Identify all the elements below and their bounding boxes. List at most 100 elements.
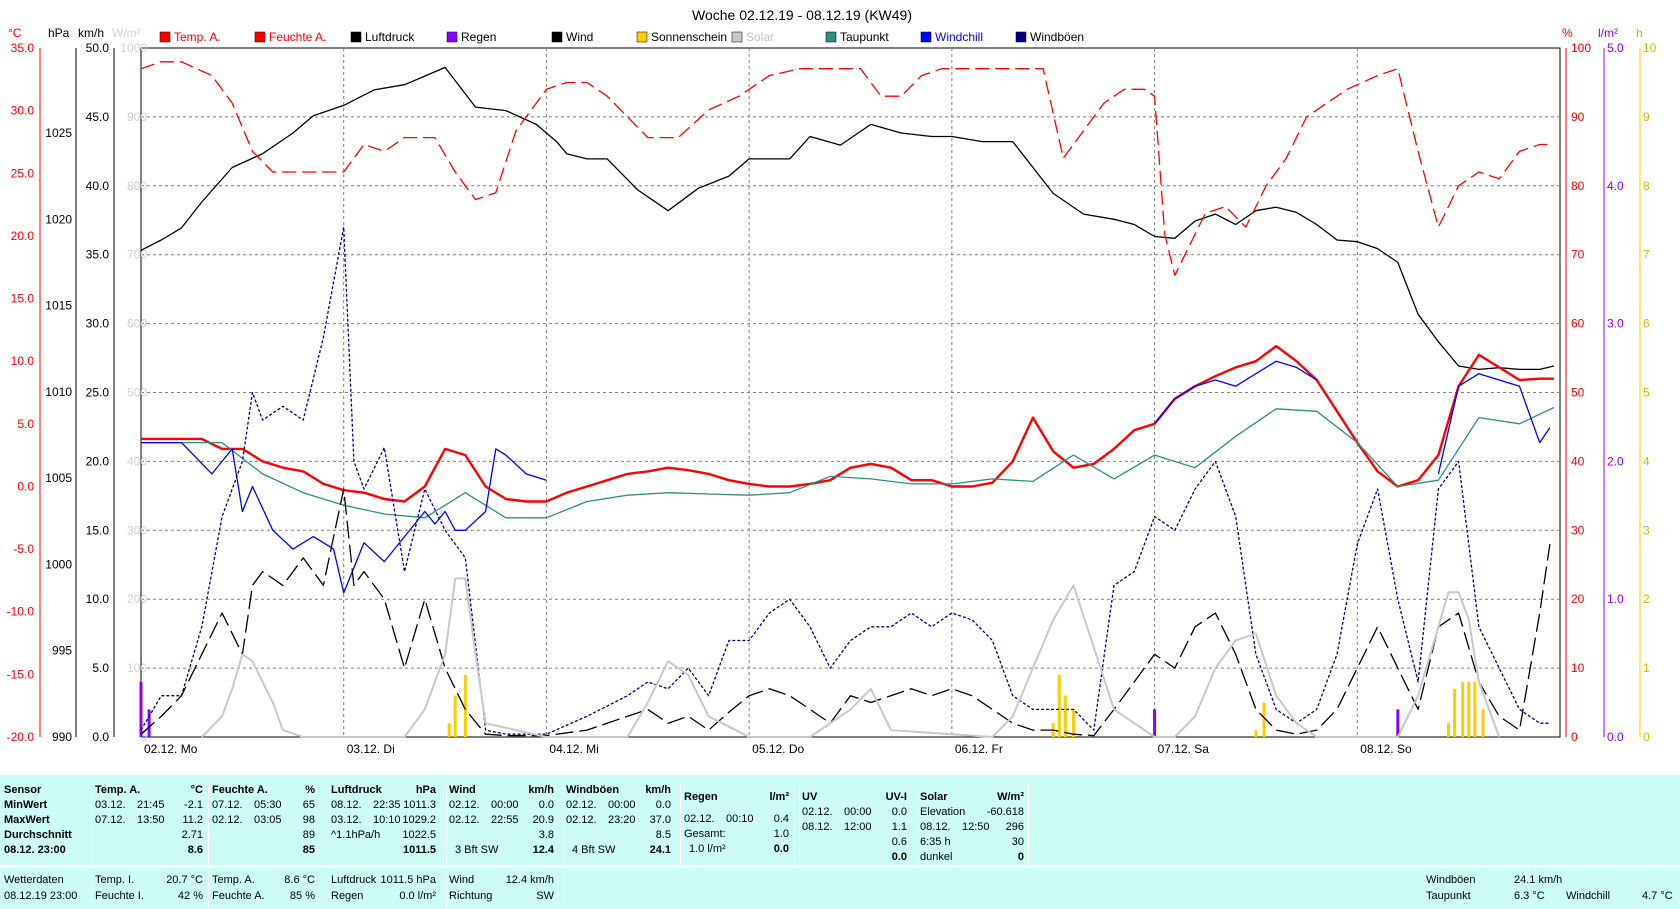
legend-label: Feuchte A.: [269, 30, 326, 44]
temp-tick: 20.0: [11, 229, 35, 243]
bar-mark: [1262, 702, 1266, 737]
series-line: [140, 61, 1550, 277]
bar-mark: [1473, 681, 1477, 737]
stat-val: 85: [302, 844, 315, 856]
stats-sensor-col: Sensor MinWert MaxWert Durchschnitt 08.1…: [4, 783, 89, 865]
bar-mark: [1467, 681, 1471, 737]
stat-time: 21:45: [137, 799, 165, 811]
cur-value: 42 %: [177, 890, 203, 902]
x-tick-label: 03.12. Di: [347, 742, 395, 756]
sun-tick: 7: [1643, 248, 1650, 262]
temp-tick: -15.0: [7, 667, 35, 681]
stat-hdr: Feuchte A.: [212, 784, 268, 796]
legend-label: Regen: [461, 30, 496, 44]
series-line: [201, 577, 1501, 738]
stat-time: 05:30: [254, 799, 282, 811]
temp-tick: 35.0: [11, 41, 35, 55]
pressure-tick: 1010: [45, 385, 72, 399]
stat-unit: hPa: [415, 784, 436, 796]
stat-time: 22:55: [491, 814, 519, 826]
stat-val: 0.0: [538, 799, 554, 811]
stat-val: 0.0: [891, 806, 907, 818]
series-line: [141, 406, 1555, 519]
series-line: [140, 488, 1551, 737]
stats-press-col: Luftdruck hPa 08.12. 22:35 1011.3 03.12. 10:…: [329, 783, 440, 865]
axis-unit: l/m²: [1598, 26, 1618, 40]
cur-value: 24.1 km/h: [1514, 874, 1563, 886]
x-tick-label: 06.12. Fr: [955, 742, 1003, 756]
stat-date: 02.12.: [566, 814, 597, 826]
stat-rain-rate: 1.0 l/m²: [689, 843, 726, 855]
stat-date: 08.12.: [802, 821, 833, 833]
x-tick-label: 08.12. So: [1360, 742, 1412, 756]
solar-tick: 900: [127, 110, 147, 124]
stats-avg-label: Durchschnitt: [4, 829, 72, 841]
solar-tick: 600: [127, 317, 147, 331]
cur-label: Temp. A.: [212, 874, 255, 886]
solar-tick: 100: [127, 661, 147, 675]
legend-label: Wind: [566, 30, 593, 44]
legend-swatch: [159, 31, 171, 43]
cur-right: Windböen 24.1 km/h Taupunkt 6.3 °C Windchil…: [563, 872, 1679, 908]
legend-swatch: [825, 31, 837, 43]
stat-date: 07.12.: [212, 799, 243, 811]
legend-swatch: [731, 31, 743, 43]
stat-date: 08.12.: [920, 821, 951, 833]
stat-dark: dunkel: [920, 851, 953, 863]
solar-tick: 300: [127, 523, 147, 537]
stat-val: 24.1: [649, 844, 671, 856]
bar-mark: [147, 709, 151, 737]
humidity-tick: 90: [1571, 110, 1585, 124]
bar-mark: [453, 695, 457, 737]
stat-hdr: Luftdruck: [331, 784, 382, 796]
stats-wind-col: Wind km/h 02.12. 00:00 0.0 02.12. 22:55 20.9 …: [446, 783, 557, 865]
legend-label: Temp. A.: [174, 30, 221, 44]
legend-swatch: [1015, 31, 1027, 43]
temp-tick: 15.0: [11, 292, 35, 306]
stats-min-label: MinWert: [4, 799, 48, 811]
stat-val: 11.2: [182, 814, 203, 826]
sun-tick: 1: [1643, 661, 1650, 675]
wind-tick: 0.0: [92, 730, 109, 744]
bar-mark: [1153, 709, 1157, 737]
stat-val: 0.0: [891, 851, 907, 863]
stat-val: 1011.5: [402, 844, 436, 856]
stat-time: 00:00: [491, 799, 519, 811]
x-tick-label: 05.12. Do: [752, 742, 804, 756]
sun-tick: 4: [1643, 454, 1650, 468]
stat-time: 10:10: [373, 814, 401, 826]
cur-label: Luftdruck: [331, 874, 377, 886]
stat-unit: km/h: [528, 784, 554, 796]
stat-trend: ^1.1hPa/h: [331, 829, 381, 841]
humidity-tick: 20: [1571, 592, 1585, 606]
stat-date: 07.12.: [95, 814, 126, 826]
humidity-tick: 0: [1571, 730, 1578, 744]
legend-swatch: [446, 31, 458, 43]
wind-tick: 40.0: [86, 179, 110, 193]
stat-date: 02.12.: [684, 813, 715, 825]
wind-tick: 25.0: [86, 386, 110, 400]
stat-date: 02.12.: [212, 814, 243, 826]
legend-swatch: [350, 31, 362, 43]
legend-label: Windchill: [935, 30, 983, 44]
humidity-tick: 50: [1571, 386, 1585, 400]
stat-date: 03.12.: [95, 799, 126, 811]
wind-tick: 15.0: [86, 523, 110, 537]
stat-time: 22:35: [373, 799, 401, 811]
sun-tick: 0: [1643, 730, 1650, 744]
cur-value: 1011.5 hPa: [380, 874, 436, 886]
sun-tick: 9: [1643, 110, 1650, 124]
stat-time: 03:05: [254, 814, 282, 826]
stats-solar-col: Solar W/m² Elevation -60.618 08.12. 12:50 29…: [917, 783, 1028, 865]
x-tick-label: 07.12. Sa: [1158, 742, 1210, 756]
stats-empty: [1028, 783, 1679, 865]
solar-tick: 500: [127, 386, 147, 400]
stat-val: 8.5: [655, 829, 671, 841]
chart-title: Woche 02.12.19 - 08.12.19 (KW49): [692, 7, 912, 23]
wind-tick: 45.0: [86, 110, 110, 124]
stat-hdr: UV: [802, 791, 818, 803]
temp-tick: 5.0: [17, 417, 34, 431]
cur-value: 85 %: [289, 890, 315, 902]
axis-unit: W/m²: [112, 26, 141, 40]
wind-tick: 20.0: [86, 454, 110, 468]
